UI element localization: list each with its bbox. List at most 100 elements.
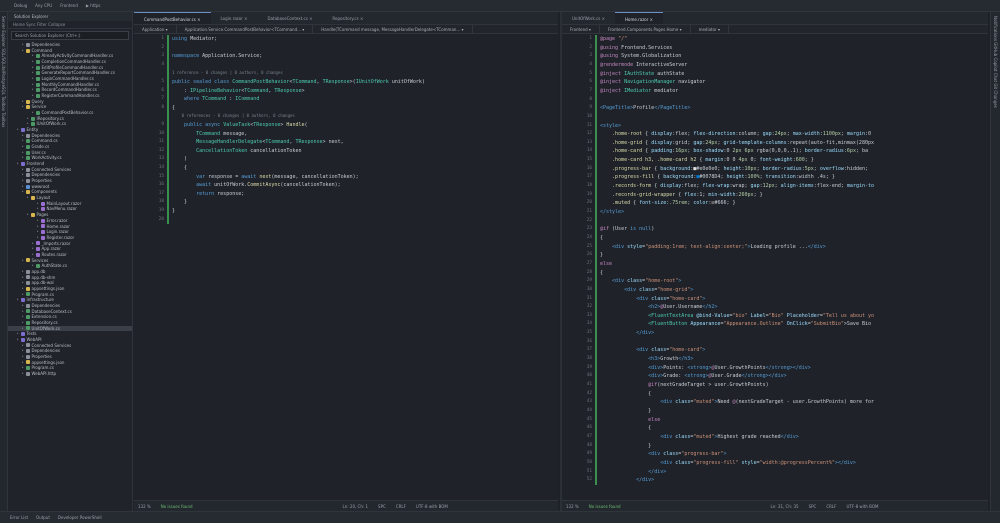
chevron-icon[interactable]: ▸ [22, 189, 24, 195]
code-line[interactable]: 7 @inject IMediator mediator [562, 87, 988, 96]
bottom-tab[interactable]: Output [36, 515, 50, 520]
code-line[interactable]: 18 } [134, 198, 558, 207]
issues-status[interactable]: No issues found [161, 501, 193, 511]
code-line[interactable]: 7 where TCommand : ICommand [134, 95, 558, 104]
editor-tab[interactable]: CommandPostBehavior.cs × [134, 12, 211, 24]
code-line[interactable]: 30 <div class="home-grid"> [562, 286, 988, 295]
code-line[interactable]: 52 </div> [562, 476, 988, 485]
code-line[interactable]: 42 { [562, 390, 988, 399]
explorer-toolbar[interactable]: Home Sync Filter Collapse [8, 21, 132, 29]
code-line[interactable]: 5 public sealed class CommandPostBehavior… [134, 78, 558, 87]
code-line[interactable]: 16 .progress-bar { background:■#e0e0e0; … [562, 165, 988, 174]
zoom-level[interactable]: 132 % [566, 501, 579, 511]
code-line[interactable]: 38 <h3>Growth</h3> [562, 355, 988, 364]
code-line[interactable]: 4 [134, 61, 558, 70]
chevron-icon[interactable]: ▸ [17, 127, 19, 133]
code-line[interactable]: 25 <div style="padding:1rem; text-align:… [562, 243, 988, 252]
nav-dropdown[interactable]: Handle(TCommand message, MessageHandlerD… [313, 25, 473, 33]
code-line[interactable]: 1 @page "/" [562, 35, 988, 44]
nav-dropdown[interactable]: Frontend.Components.Pages.Home ▾ [600, 25, 691, 33]
editor-tab[interactable]: Home.razor × [615, 12, 664, 24]
chevron-icon[interactable]: ▸ [37, 235, 39, 241]
code-line[interactable]: 27 else [562, 260, 988, 269]
tree-item[interactable]: ▸ WebAPI.http [8, 371, 132, 377]
code-line[interactable]: 40 <div>Grade: <strong>@User.Grade</stro… [562, 372, 988, 381]
code-line[interactable]: 24 { [562, 234, 988, 243]
chevron-icon[interactable]: ▸ [22, 48, 24, 54]
editor-tab[interactable]: Repository.cs × [322, 12, 373, 24]
toolbar-startup[interactable]: Frontend [60, 3, 78, 8]
code-line[interactable]: 11 MessageHandlerDelegate<TCommand, TRes… [134, 138, 558, 147]
issues-status[interactable]: No issues found [589, 501, 621, 511]
nav-dropdown[interactable]: Application.Service.CommandPostBehavior<… [177, 25, 314, 33]
code-line[interactable]: 18 .records-form { display:flex; flex-wr… [562, 182, 988, 191]
code-line[interactable]: 19 .records-grid-wrapper { flex:1; min-w… [562, 191, 988, 200]
chevron-icon[interactable]: ▸ [27, 195, 29, 201]
code-line[interactable]: 46 { [562, 424, 988, 433]
code-line[interactable]: 48 } [562, 442, 988, 451]
code-line[interactable]: 12 CancellationToken cancellationToken [134, 147, 558, 156]
code-area-right[interactable]: 1 @page "/" 2 @using Frontend.Services 3 @usi… [562, 35, 988, 500]
code-line[interactable]: 1 using Mediator; [134, 35, 558, 44]
code-line[interactable]: 20 .muted { font-size:.75rem; color:■#66… [562, 199, 988, 208]
code-line[interactable]: 28 { [562, 269, 988, 278]
code-line[interactable]: 47 <div class="muted">Highest grade reac… [562, 433, 988, 442]
editor-tab[interactable]: Login.razor × [211, 12, 258, 24]
nav-dropdown[interactable]: Application ▾ [134, 25, 177, 33]
nav-dropdown[interactable]: mediator ▾ [691, 25, 729, 33]
chevron-icon[interactable]: ▸ [22, 258, 24, 264]
code-line[interactable]: 32 <h2>@User.Username</h2> [562, 303, 988, 312]
editor-tab[interactable]: DatabaseContext.cs × [257, 12, 322, 24]
code-area-left[interactable]: 1 using Mediator; 2 3 namespace Application.… [134, 35, 558, 500]
code-line[interactable]: 0 references - 0 changes | 0 authors, 0 … [134, 112, 558, 121]
chevron-icon[interactable]: ▸ [22, 155, 24, 161]
code-line[interactable]: 10 [562, 113, 988, 122]
chevron-icon[interactable]: ▸ [32, 110, 34, 116]
right-tool-strip[interactable]: Notifications GitHub Copilot Chat Git Ch… [990, 12, 1000, 512]
chevron-icon[interactable]: ▸ [22, 326, 24, 332]
code-line[interactable]: 33 <FluentTextArea @bind-Value="bio" Lab… [562, 312, 988, 321]
code-line[interactable]: 14 .home-card { padding:16px; box-shadow… [562, 147, 988, 156]
bottom-tab[interactable]: Error List [10, 515, 28, 520]
run-button[interactable]: ▶ https [86, 3, 109, 8]
nav-dropdown[interactable]: Frontend ▾ [562, 25, 600, 33]
code-line[interactable]: 3 namespace Application.Service; [134, 52, 558, 61]
code-line[interactable]: 10 TCommand message, [134, 130, 558, 139]
code-line[interactable]: 1 reference - 0 changes | 0 authors, 0 c… [134, 69, 558, 78]
code-line[interactable]: 20 [134, 216, 558, 225]
code-line[interactable]: 9 public async ValueTask<TResponse> Hand… [134, 121, 558, 130]
code-line[interactable]: 26} [562, 251, 988, 260]
code-line[interactable]: 4 @rendermode InteractiveServer [562, 61, 988, 70]
chevron-icon[interactable]: ▸ [27, 212, 29, 218]
code-line[interactable]: 13 .home-grid { display:grid; gap:24px; … [562, 139, 988, 148]
code-line[interactable]: 22 [562, 217, 988, 226]
code-line[interactable]: 37 <div class="home-card"> [562, 346, 988, 355]
editor-tab[interactable]: UnitOfWork.cs × [562, 12, 615, 24]
code-line[interactable]: 15 .home-card h3, .home-card h2 { margin… [562, 156, 988, 165]
code-line[interactable]: 5 @inject IAuthState authState [562, 70, 988, 79]
chevron-icon[interactable]: ▸ [17, 337, 19, 343]
code-line[interactable]: 51 </div> [562, 468, 988, 477]
code-line[interactable]: 34 <FluentButton Appearance="Appearance.… [562, 320, 988, 329]
toolbar-config[interactable]: Debug [14, 3, 27, 8]
code-line[interactable]: 3 @using System.Globalization [562, 52, 988, 61]
chevron-icon[interactable]: ▸ [17, 161, 19, 167]
code-line[interactable]: 13 ) [134, 155, 558, 164]
code-line[interactable]: 35 </div> [562, 329, 988, 338]
code-line[interactable]: 45 else [562, 416, 988, 425]
code-line[interactable]: 12 .home-root { display:flex; flex-direc… [562, 130, 988, 139]
code-line[interactable]: 2 [134, 44, 558, 53]
code-line[interactable]: 29 <div class="home-root"> [562, 277, 988, 286]
explorer-search-input[interactable]: Search Solution Explorer (Ctrl+;) [11, 31, 129, 40]
zoom-level[interactable]: 132 % [138, 501, 151, 511]
code-line[interactable]: 8 [562, 96, 988, 105]
code-line[interactable]: 11 <style> [562, 122, 988, 131]
bottom-tab[interactable]: Developer PowerShell [58, 515, 102, 520]
code-line[interactable]: 23 @if (User is null) [562, 225, 988, 234]
code-line[interactable]: 50 <div class="progress-fill" style="wid… [562, 459, 988, 468]
chevron-icon[interactable]: ▸ [17, 297, 19, 303]
code-line[interactable]: 36 [562, 338, 988, 347]
chevron-icon[interactable]: ▸ [22, 104, 24, 110]
code-line[interactable]: 41 @if(nextGradeTarget > user.GrowthPoin… [562, 381, 988, 390]
code-line[interactable]: 21 </style> [562, 208, 988, 217]
